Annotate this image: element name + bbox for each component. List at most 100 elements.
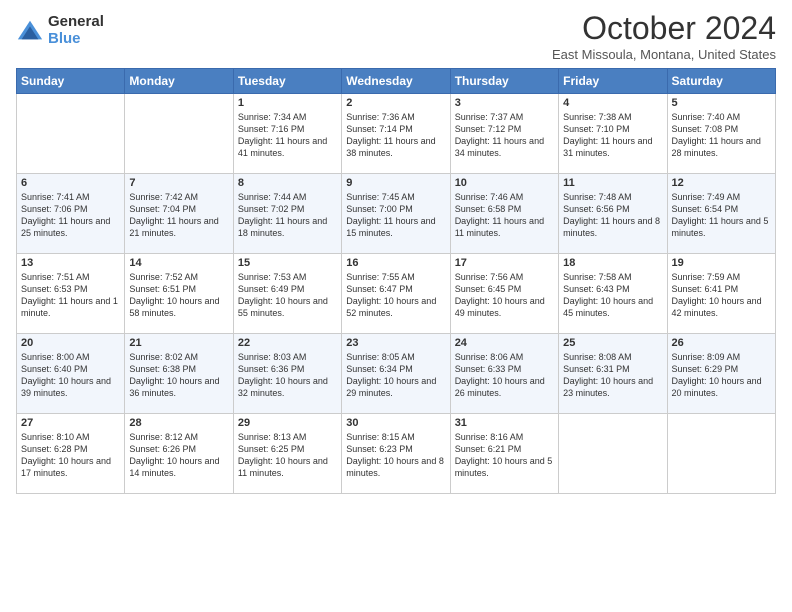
day-number: 18 bbox=[563, 257, 662, 269]
day-info: Sunrise: 8:16 AM Sunset: 6:21 PM Dayligh… bbox=[455, 431, 554, 480]
day-info: Sunrise: 7:56 AM Sunset: 6:45 PM Dayligh… bbox=[455, 271, 554, 320]
calendar-cell: 29 Sunrise: 8:13 AM Sunset: 6:25 PM Dayli… bbox=[233, 414, 341, 494]
day-number: 11 bbox=[563, 177, 662, 189]
week-row-1: 1Sunrise: 7:34 AM Sunset: 7:16 PM Daylig… bbox=[17, 94, 776, 174]
day-number: 30 bbox=[346, 417, 445, 429]
calendar-cell: 27 Sunrise: 8:10 AM Sunset: 6:28 PM Dayli… bbox=[17, 414, 125, 494]
calendar-cell: 23 Sunrise: 8:05 AM Sunset: 6:34 PM Dayli… bbox=[342, 334, 450, 414]
day-number: 24 bbox=[455, 337, 554, 349]
day-info: Sunrise: 8:02 AM Sunset: 6:38 PM Dayligh… bbox=[129, 351, 228, 400]
calendar-cell: 20 Sunrise: 8:00 AM Sunset: 6:40 PM Dayli… bbox=[17, 334, 125, 414]
day-info: Sunrise: 8:15 AM Sunset: 6:23 PM Dayligh… bbox=[346, 431, 445, 480]
calendar-cell: 21 Sunrise: 8:02 AM Sunset: 6:38 PM Dayli… bbox=[125, 334, 233, 414]
logo-text: General Blue bbox=[48, 14, 104, 47]
day-info: Sunrise: 7:59 AM Sunset: 6:41 PM Dayligh… bbox=[672, 271, 771, 320]
calendar-body: 1Sunrise: 7:34 AM Sunset: 7:16 PM Daylig… bbox=[17, 94, 776, 494]
day-info: Sunrise: 7:37 AM Sunset: 7:12 PM Dayligh… bbox=[455, 111, 554, 160]
calendar-cell: 7 Sunrise: 7:42 AM Sunset: 7:04 PM Daylig… bbox=[125, 174, 233, 254]
calendar-cell: 8Sunrise: 7:44 AM Sunset: 7:02 PM Daylig… bbox=[233, 174, 341, 254]
day-info: Sunrise: 7:41 AM Sunset: 7:06 PM Dayligh… bbox=[21, 191, 120, 240]
week-row-4: 20 Sunrise: 8:00 AM Sunset: 6:40 PM Dayli… bbox=[17, 334, 776, 414]
calendar-cell: 11 Sunrise: 7:48 AM Sunset: 6:56 PM Dayli… bbox=[559, 174, 667, 254]
day-info: Sunrise: 8:10 AM Sunset: 6:28 PM Dayligh… bbox=[21, 431, 120, 480]
title-block: October 2024 East Missoula, Montana, Uni… bbox=[552, 10, 776, 62]
day-info: Sunrise: 8:09 AM Sunset: 6:29 PM Dayligh… bbox=[672, 351, 771, 400]
calendar-cell: 22Sunrise: 8:03 AM Sunset: 6:36 PM Dayli… bbox=[233, 334, 341, 414]
day-info: Sunrise: 7:49 AM Sunset: 6:54 PM Dayligh… bbox=[672, 191, 771, 240]
col-wednesday: Wednesday bbox=[342, 69, 450, 94]
col-friday: Friday bbox=[559, 69, 667, 94]
calendar-cell: 9 Sunrise: 7:45 AM Sunset: 7:00 PM Daylig… bbox=[342, 174, 450, 254]
day-number: 4 bbox=[563, 97, 662, 109]
calendar-cell: 18 Sunrise: 7:58 AM Sunset: 6:43 PM Dayli… bbox=[559, 254, 667, 334]
day-number: 28 bbox=[129, 417, 228, 429]
logo-blue: Blue bbox=[48, 31, 104, 48]
day-number: 6 bbox=[21, 177, 120, 189]
day-number: 15 bbox=[238, 257, 337, 269]
day-info: Sunrise: 7:48 AM Sunset: 6:56 PM Dayligh… bbox=[563, 191, 662, 240]
day-number: 7 bbox=[129, 177, 228, 189]
day-info: Sunrise: 7:36 AM Sunset: 7:14 PM Dayligh… bbox=[346, 111, 445, 160]
day-info: Sunrise: 7:51 AM Sunset: 6:53 PM Dayligh… bbox=[21, 271, 120, 320]
calendar-cell: 28 Sunrise: 8:12 AM Sunset: 6:26 PM Dayli… bbox=[125, 414, 233, 494]
day-info: Sunrise: 8:12 AM Sunset: 6:26 PM Dayligh… bbox=[129, 431, 228, 480]
logo-general: General bbox=[48, 14, 104, 31]
calendar-table: Sunday Monday Tuesday Wednesday Thursday… bbox=[16, 68, 776, 494]
day-number: 5 bbox=[672, 97, 771, 109]
day-number: 22 bbox=[238, 337, 337, 349]
calendar-cell: 26Sunrise: 8:09 AM Sunset: 6:29 PM Dayli… bbox=[667, 334, 775, 414]
col-tuesday: Tuesday bbox=[233, 69, 341, 94]
day-info: Sunrise: 7:58 AM Sunset: 6:43 PM Dayligh… bbox=[563, 271, 662, 320]
week-row-2: 6 Sunrise: 7:41 AM Sunset: 7:06 PM Daylig… bbox=[17, 174, 776, 254]
day-number: 29 bbox=[238, 417, 337, 429]
calendar-cell bbox=[17, 94, 125, 174]
day-info: Sunrise: 7:38 AM Sunset: 7:10 PM Dayligh… bbox=[563, 111, 662, 160]
day-info: Sunrise: 7:34 AM Sunset: 7:16 PM Dayligh… bbox=[238, 111, 337, 160]
calendar-cell: 2 Sunrise: 7:36 AM Sunset: 7:14 PM Daylig… bbox=[342, 94, 450, 174]
day-number: 17 bbox=[455, 257, 554, 269]
calendar-cell: 30 Sunrise: 8:15 AM Sunset: 6:23 PM Dayli… bbox=[342, 414, 450, 494]
day-info: Sunrise: 7:53 AM Sunset: 6:49 PM Dayligh… bbox=[238, 271, 337, 320]
day-number: 12 bbox=[672, 177, 771, 189]
col-thursday: Thursday bbox=[450, 69, 558, 94]
day-number: 3 bbox=[455, 97, 554, 109]
day-number: 16 bbox=[346, 257, 445, 269]
day-number: 9 bbox=[346, 177, 445, 189]
calendar-cell: 1Sunrise: 7:34 AM Sunset: 7:16 PM Daylig… bbox=[233, 94, 341, 174]
day-number: 21 bbox=[129, 337, 228, 349]
calendar-page: General Blue October 2024 East Missoula,… bbox=[0, 0, 792, 504]
calendar-cell: 17 Sunrise: 7:56 AM Sunset: 6:45 PM Dayli… bbox=[450, 254, 558, 334]
day-number: 20 bbox=[21, 337, 120, 349]
day-info: Sunrise: 7:52 AM Sunset: 6:51 PM Dayligh… bbox=[129, 271, 228, 320]
calendar-cell bbox=[125, 94, 233, 174]
day-number: 27 bbox=[21, 417, 120, 429]
day-info: Sunrise: 8:05 AM Sunset: 6:34 PM Dayligh… bbox=[346, 351, 445, 400]
day-info: Sunrise: 7:45 AM Sunset: 7:00 PM Dayligh… bbox=[346, 191, 445, 240]
day-info: Sunrise: 7:46 AM Sunset: 6:58 PM Dayligh… bbox=[455, 191, 554, 240]
header-row: Sunday Monday Tuesday Wednesday Thursday… bbox=[17, 69, 776, 94]
header: General Blue October 2024 East Missoula,… bbox=[16, 10, 776, 62]
week-row-3: 13Sunrise: 7:51 AM Sunset: 6:53 PM Dayli… bbox=[17, 254, 776, 334]
day-number: 19 bbox=[672, 257, 771, 269]
calendar-cell bbox=[559, 414, 667, 494]
calendar-cell: 12 Sunrise: 7:49 AM Sunset: 6:54 PM Dayli… bbox=[667, 174, 775, 254]
day-info: Sunrise: 7:40 AM Sunset: 7:08 PM Dayligh… bbox=[672, 111, 771, 160]
day-number: 8 bbox=[238, 177, 337, 189]
day-number: 2 bbox=[346, 97, 445, 109]
day-number: 31 bbox=[455, 417, 554, 429]
week-row-5: 27 Sunrise: 8:10 AM Sunset: 6:28 PM Dayli… bbox=[17, 414, 776, 494]
calendar-cell: 31 Sunrise: 8:16 AM Sunset: 6:21 PM Dayli… bbox=[450, 414, 558, 494]
day-info: Sunrise: 8:06 AM Sunset: 6:33 PM Dayligh… bbox=[455, 351, 554, 400]
location-text: East Missoula, Montana, United States bbox=[552, 47, 776, 62]
day-info: Sunrise: 7:42 AM Sunset: 7:04 PM Dayligh… bbox=[129, 191, 228, 240]
calendar-cell: 3 Sunrise: 7:37 AM Sunset: 7:12 PM Daylig… bbox=[450, 94, 558, 174]
day-number: 25 bbox=[563, 337, 662, 349]
day-info: Sunrise: 8:00 AM Sunset: 6:40 PM Dayligh… bbox=[21, 351, 120, 400]
calendar-cell bbox=[667, 414, 775, 494]
calendar-cell: 5 Sunrise: 7:40 AM Sunset: 7:08 PM Daylig… bbox=[667, 94, 775, 174]
calendar-cell: 25Sunrise: 8:08 AM Sunset: 6:31 PM Dayli… bbox=[559, 334, 667, 414]
day-number: 10 bbox=[455, 177, 554, 189]
day-info: Sunrise: 8:13 AM Sunset: 6:25 PM Dayligh… bbox=[238, 431, 337, 480]
calendar-cell: 16Sunrise: 7:55 AM Sunset: 6:47 PM Dayli… bbox=[342, 254, 450, 334]
day-number: 23 bbox=[346, 337, 445, 349]
